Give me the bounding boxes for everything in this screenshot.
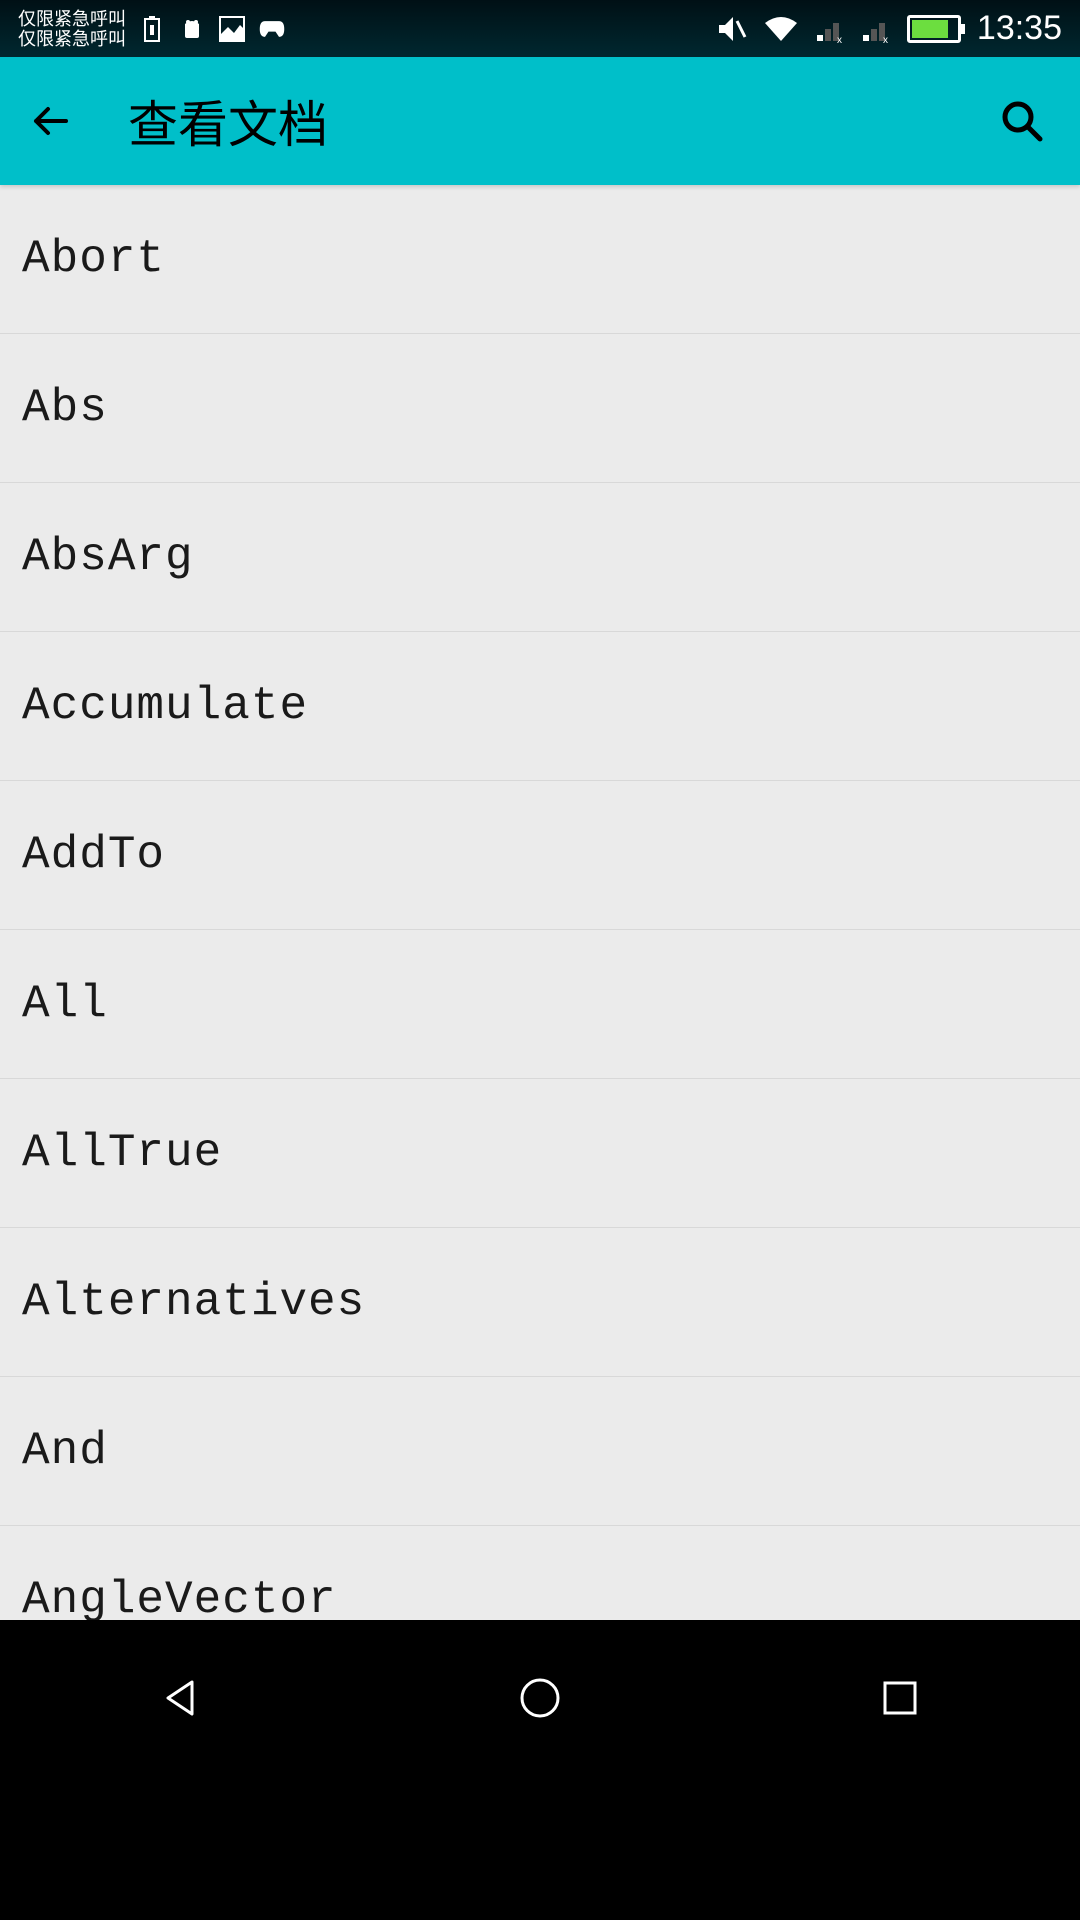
gamepad-icon — [258, 15, 286, 43]
signal-2-icon: x — [861, 15, 891, 43]
list-item[interactable]: Alternatives — [0, 1228, 1080, 1377]
square-recent-icon — [876, 1674, 924, 1722]
carrier-text-1: 仅限紧急呼叫 — [18, 9, 126, 29]
list-item-label: Alternatives — [22, 1276, 365, 1328]
battery-small-icon — [138, 15, 166, 43]
back-button[interactable] — [20, 91, 80, 151]
list-item-label: AngleVector — [22, 1574, 337, 1620]
list-item[interactable]: AllTrue — [0, 1079, 1080, 1228]
nav-home-button[interactable] — [490, 1648, 590, 1748]
carrier-text-2: 仅限紧急呼叫 — [18, 29, 126, 49]
arrow-left-icon — [26, 97, 74, 145]
clock: 13:35 — [977, 9, 1062, 48]
list-item[interactable]: And — [0, 1377, 1080, 1526]
search-button[interactable] — [992, 91, 1052, 151]
battery-icon — [907, 15, 961, 43]
list-item[interactable]: AbsArg — [0, 483, 1080, 632]
nav-back-button[interactable] — [130, 1648, 230, 1748]
android-icon — [178, 15, 206, 43]
list-item-label: Abort — [22, 233, 165, 285]
list-item[interactable]: Abs — [0, 334, 1080, 483]
triangle-back-icon — [156, 1674, 204, 1722]
list-item[interactable]: All — [0, 930, 1080, 1079]
image-icon — [218, 15, 246, 43]
list-item-label: And — [22, 1425, 108, 1477]
wifi-icon — [763, 15, 799, 43]
search-icon — [998, 97, 1046, 145]
status-left: 仅限紧急呼叫 仅限紧急呼叫 — [18, 9, 286, 49]
list-item[interactable]: Abort — [0, 185, 1080, 334]
circle-home-icon — [516, 1674, 564, 1722]
mute-icon — [715, 13, 747, 45]
list-item-label: AllTrue — [22, 1127, 222, 1179]
status-bar: 仅限紧急呼叫 仅限紧急呼叫 x x 13:35 — [0, 0, 1080, 57]
page-title: 查看文档 — [128, 85, 328, 157]
nav-recent-button[interactable] — [850, 1648, 950, 1748]
android-nav-bar — [0, 1620, 1080, 1775]
list-item-label: AddTo — [22, 829, 165, 881]
list-item[interactable]: Accumulate — [0, 632, 1080, 781]
list-item-label: Accumulate — [22, 680, 308, 732]
signal-1-icon: x — [815, 15, 845, 43]
app-bar: 查看文档 — [0, 57, 1080, 185]
list-item-label: All — [22, 978, 108, 1030]
list-item-label: AbsArg — [22, 531, 194, 583]
list-item[interactable]: AngleVector — [0, 1526, 1080, 1620]
status-right: x x 13:35 — [715, 9, 1062, 48]
list-item[interactable]: AddTo — [0, 781, 1080, 930]
svg-text:x: x — [883, 35, 888, 43]
svg-text:x: x — [837, 35, 842, 43]
documentation-list[interactable]: Abort Abs AbsArg Accumulate AddTo All Al… — [0, 185, 1080, 1620]
list-item-label: Abs — [22, 382, 108, 434]
